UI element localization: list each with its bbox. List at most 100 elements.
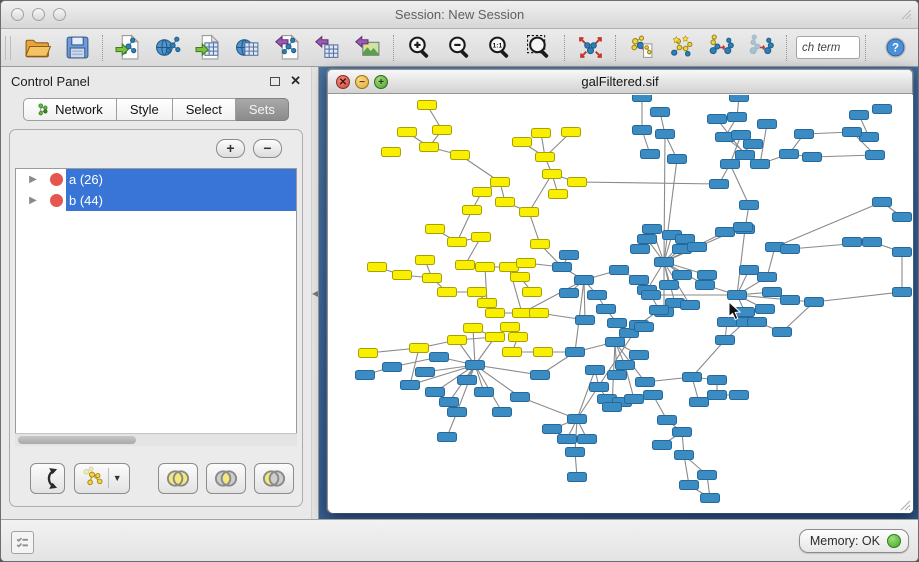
frame-resize-grip[interactable] [898,498,911,511]
graph-node[interactable] [893,248,912,257]
new-network-fade-selection-button[interactable] [741,32,781,64]
graph-node[interactable] [472,233,491,242]
graph-node[interactable] [681,301,700,310]
graph-node[interactable] [468,288,487,297]
select-first-neighbors-button[interactable] [661,32,701,64]
graph-node[interactable] [625,395,644,404]
tab-style[interactable]: Style [117,98,173,121]
graph-node[interactable] [673,428,692,437]
graph-node[interactable] [803,153,822,162]
graph-node[interactable] [716,228,735,237]
graph-node[interactable] [464,324,483,333]
expand-arrow-icon[interactable]: ▶ [24,195,42,206]
graph-node[interactable] [633,126,652,135]
graph-node[interactable] [448,238,467,247]
graph-node[interactable] [503,348,522,357]
graph-node[interactable] [781,245,800,254]
graph-node[interactable] [511,393,530,402]
export-image-button[interactable] [348,32,388,64]
graph-node[interactable] [590,383,609,392]
graph-node[interactable] [873,198,892,207]
graph-node[interactable] [636,378,655,387]
graph-node[interactable] [701,494,720,503]
graph-node[interactable] [656,130,675,139]
graph-node[interactable] [644,391,663,400]
graph-node[interactable] [448,336,467,345]
graph-node[interactable] [568,473,587,482]
tab-select[interactable]: Select [173,98,236,121]
graph-node[interactable] [420,143,439,152]
graph-node[interactable] [597,305,616,314]
graph-node[interactable] [553,263,572,272]
intersection-button[interactable] [206,463,246,494]
graph-node[interactable] [721,160,740,169]
graph-node[interactable] [383,363,402,372]
tab-network[interactable]: Network [23,98,117,121]
graph-node[interactable] [368,263,387,272]
graph-node[interactable] [568,178,587,187]
network-graph[interactable] [329,95,913,513]
graph-node[interactable] [382,148,401,157]
graph-node[interactable] [805,298,824,307]
apply-preferred-layout-button[interactable] [570,32,610,64]
graph-node[interactable] [568,415,587,424]
graph-node[interactable] [558,435,577,444]
remove-set-button[interactable]: − [253,139,282,158]
sets-list[interactable]: ▶a (26)▶b (44) [15,168,297,446]
graph-node[interactable] [658,416,677,425]
graph-node[interactable] [781,296,800,305]
graph-node[interactable] [728,113,747,122]
panel-splitter[interactable]: ◀ [311,67,319,519]
graph-node[interactable] [795,130,814,139]
expand-arrow-icon[interactable]: ▶ [24,174,42,185]
graph-node[interactable] [416,256,435,265]
graph-node[interactable] [440,398,459,407]
graph-node[interactable] [638,235,657,244]
graph-node[interactable] [531,240,550,249]
graph-node[interactable] [843,128,862,137]
graph-node[interactable] [780,150,799,159]
graph-node[interactable] [511,273,530,282]
graph-node[interactable] [763,288,782,297]
graph-node[interactable] [650,306,669,315]
graph-node[interactable] [668,155,687,164]
graph-node[interactable] [430,353,449,362]
graph-node[interactable] [608,319,627,328]
graph-node[interactable] [560,251,579,260]
graph-node[interactable] [560,289,579,298]
network-canvas[interactable] [329,95,913,513]
graph-node[interactable] [708,376,727,385]
graph-node[interactable] [517,259,536,268]
minimize-window-button[interactable] [32,8,45,21]
import-table-url-button[interactable] [228,32,268,64]
graph-node[interactable] [688,243,707,252]
graph-node[interactable] [673,271,692,280]
graph-node[interactable] [773,328,792,337]
zoom-in-button[interactable] [399,32,439,64]
frame-minimize-button[interactable]: − [355,75,369,89]
frame-close-button[interactable]: ✕ [336,75,350,89]
graph-node[interactable] [532,129,551,138]
graph-node[interactable] [740,266,759,275]
help-button[interactable]: ? [881,34,909,62]
scrollbar-thumb[interactable] [18,436,136,444]
save-session-button[interactable] [57,32,97,64]
graph-node[interactable] [748,318,767,327]
graph-node[interactable] [698,471,717,480]
graph-node[interactable] [438,433,457,442]
split-set-button[interactable] [30,463,65,494]
graph-node[interactable] [690,398,709,407]
graph-node[interactable] [758,273,777,282]
graph-node[interactable] [643,225,662,234]
set-row[interactable]: ▶b (44) [16,190,296,211]
graph-node[interactable] [744,140,763,149]
graph-node[interactable] [531,371,550,380]
graph-node[interactable] [730,391,749,400]
graph-node[interactable] [486,309,505,318]
zoom-window-button[interactable] [53,8,66,21]
zoom-actual-button[interactable]: 1:1 [479,32,519,64]
graph-node[interactable] [850,111,869,120]
add-set-button[interactable]: + [216,139,245,158]
graph-node[interactable] [641,150,660,159]
graph-node[interactable] [501,323,520,332]
